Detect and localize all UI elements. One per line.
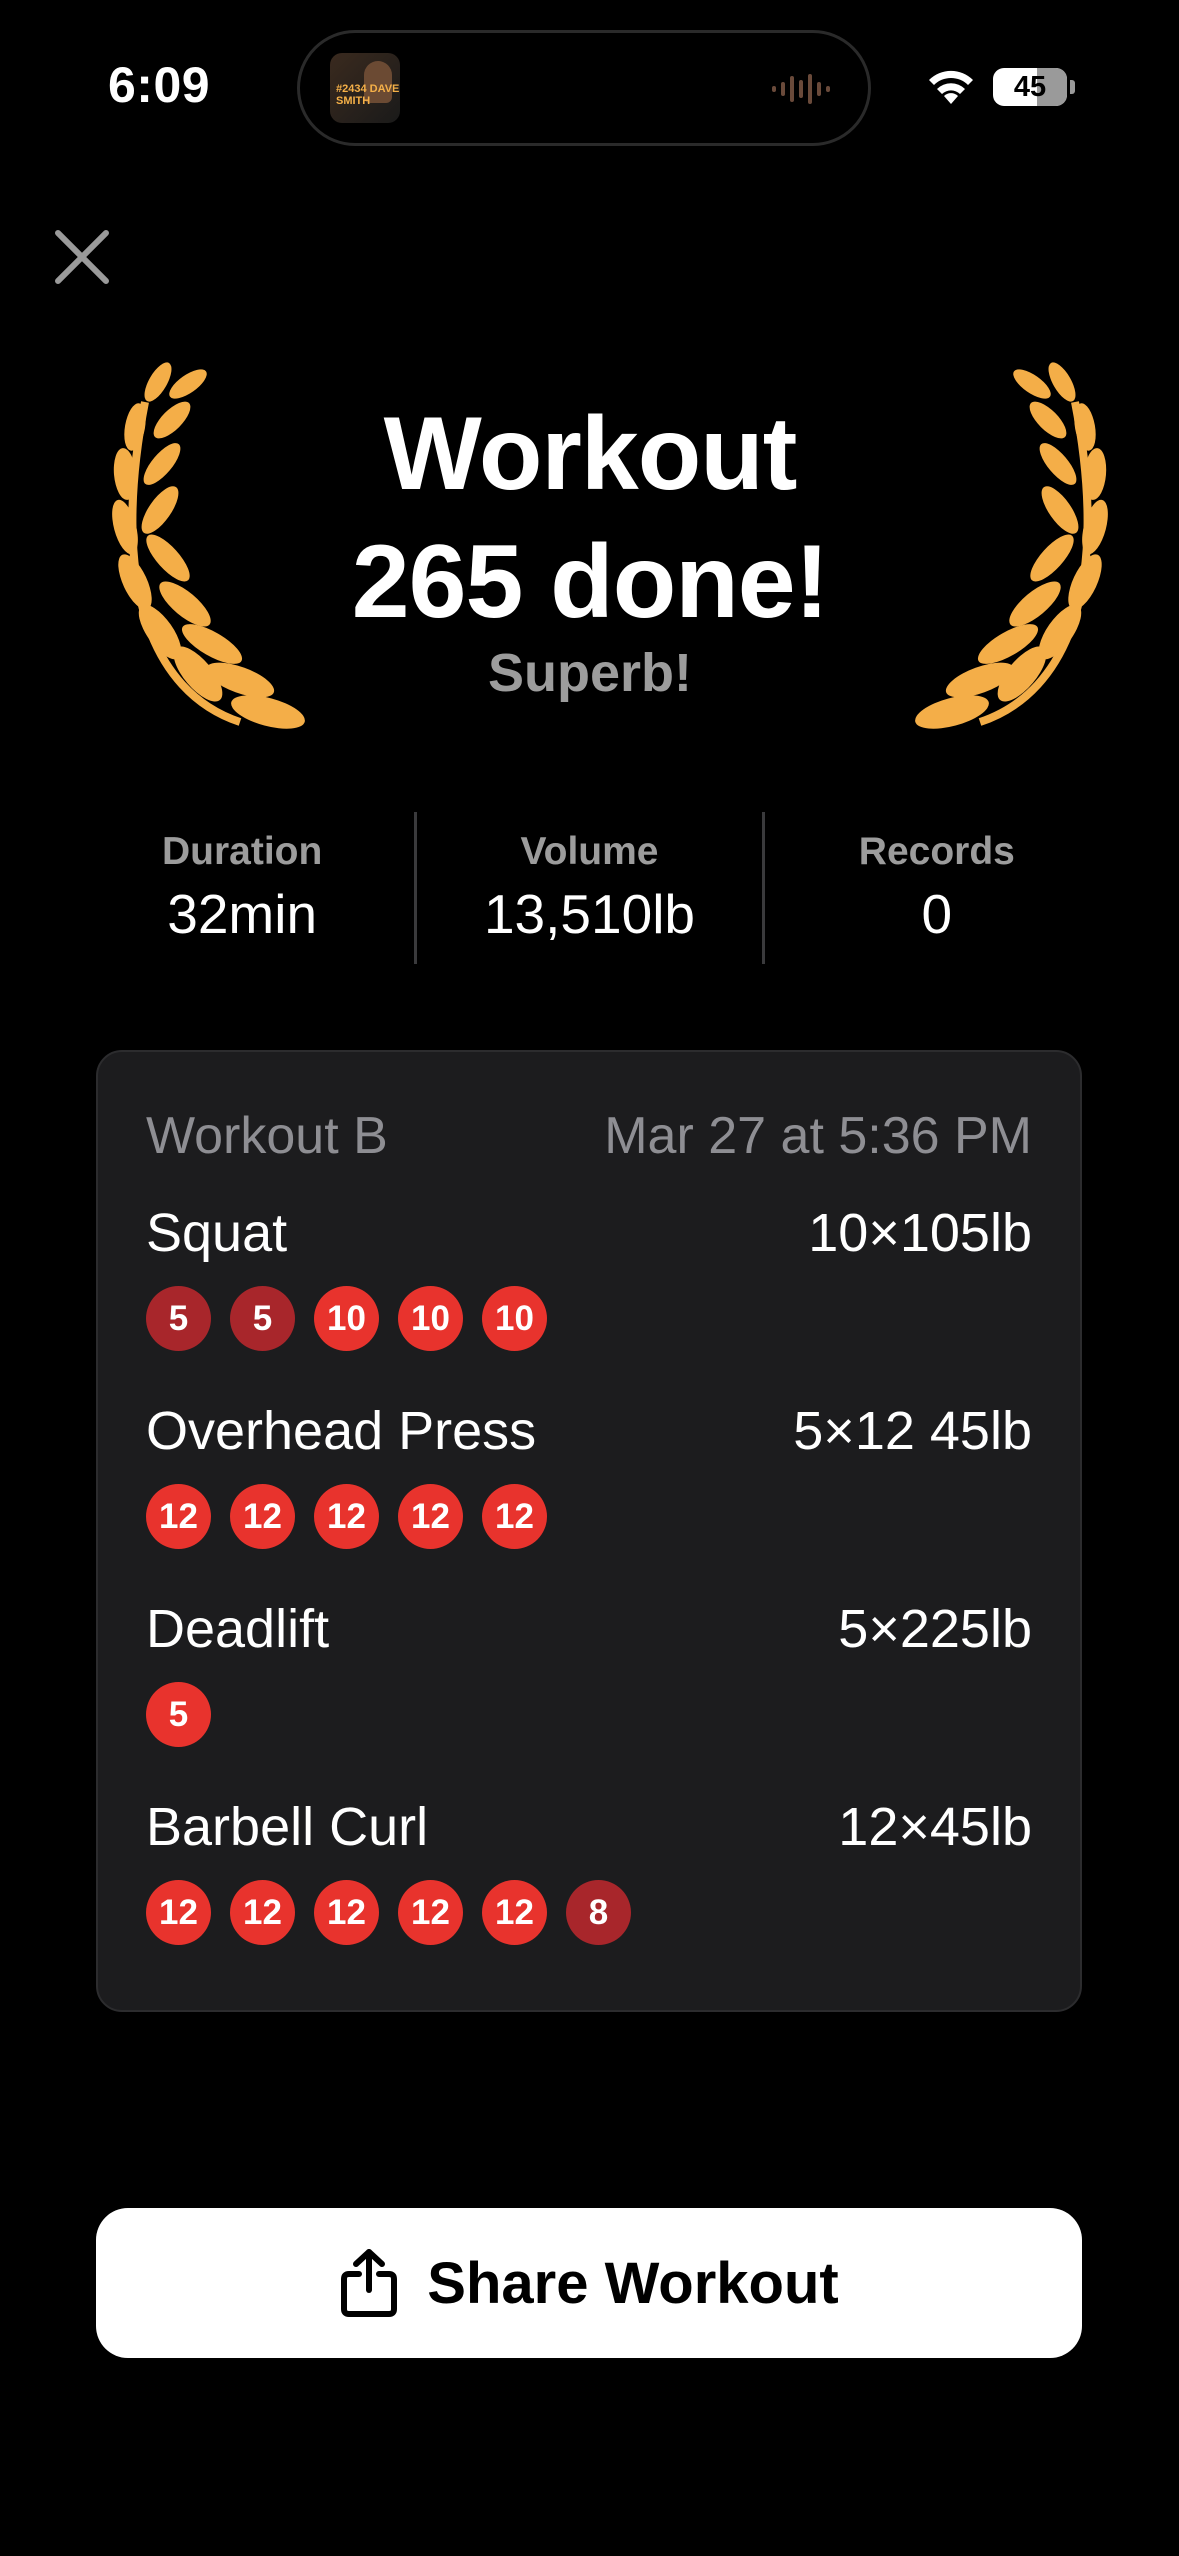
close-icon[interactable] <box>50 225 114 289</box>
exercise-overhead-press: Overhead Press 5×12 45lb 12 12 12 12 12 <box>146 1400 1032 1560</box>
stat-label: Records <box>858 830 1015 873</box>
workout-date: Mar 27 at 5:36 PM <box>604 1107 1032 1165</box>
set-badge: 12 <box>398 1484 463 1549</box>
set-list: 5 5 10 10 10 <box>146 1286 1032 1351</box>
stat-records: Records 0 <box>765 812 1109 964</box>
stat-volume: Volume 13,510lb <box>417 812 761 964</box>
workout-complete-title: Workout 265 done! <box>240 390 940 646</box>
share-button-label: Share Workout <box>427 2250 839 2316</box>
laurel-right-icon <box>915 362 1108 729</box>
set-badge: 12 <box>398 1880 463 1945</box>
exercise-name: Overhead Press <box>146 1401 537 1461</box>
battery-level: 45 <box>1013 71 1047 103</box>
stat-value: 32min <box>167 883 318 945</box>
stat-value: 13,510lb <box>483 883 695 945</box>
set-badge: 10 <box>398 1286 463 1351</box>
stat-label: Duration <box>162 830 323 873</box>
exercise-name: Squat <box>146 1203 288 1263</box>
set-badge: 5 <box>230 1286 295 1351</box>
dynamic-island[interactable]: #2434 DAVE SMITH <box>297 30 871 146</box>
now-playing-art-text: #2434 DAVE SMITH <box>336 83 400 107</box>
audio-waveform-icon <box>772 74 830 104</box>
battery-indicator: 45 <box>993 68 1067 106</box>
exercise-barbell-curl: Barbell Curl 12×45lb 12 12 12 12 12 8 <box>146 1796 1032 1956</box>
set-badge: 12 <box>146 1880 211 1945</box>
set-badge: 5 <box>146 1286 211 1351</box>
set-badge: 12 <box>230 1880 295 1945</box>
set-badge: 10 <box>314 1286 379 1351</box>
exercise-detail: 5×12 45lb <box>793 1401 1032 1461</box>
set-badge: 12 <box>314 1880 379 1945</box>
stat-duration: Duration 32min <box>70 812 414 964</box>
set-badge: 12 <box>482 1484 547 1549</box>
wifi-icon <box>929 70 973 104</box>
workout-summary-card[interactable]: Workout B Mar 27 at 5:36 PM Squat 10×105… <box>96 1050 1082 2012</box>
status-time: 6:09 <box>108 57 211 113</box>
set-badge: 5 <box>146 1682 211 1747</box>
workout-name: Workout B <box>146 1107 388 1165</box>
title-line-1: Workout <box>383 396 798 512</box>
set-badge: 12 <box>314 1484 379 1549</box>
exercise-detail: 5×225lb <box>838 1599 1032 1659</box>
set-badge: 12 <box>230 1484 295 1549</box>
workout-stats: Duration 32min Volume 13,510lb Records 0 <box>70 812 1109 964</box>
exercise-deadlift: Deadlift 5×225lb 5 <box>146 1598 1032 1758</box>
stat-label: Volume <box>520 830 659 873</box>
set-list: 5 <box>146 1682 1032 1747</box>
set-badge: 8 <box>566 1880 631 1945</box>
exercise-squat: Squat 10×105lb 5 5 10 10 10 <box>146 1202 1032 1362</box>
stat-value: 0 <box>921 883 953 945</box>
set-badge: 12 <box>482 1880 547 1945</box>
card-header: Workout B Mar 27 at 5:36 PM <box>146 1106 1032 1166</box>
set-badge: 10 <box>482 1286 547 1351</box>
exercise-name: Barbell Curl <box>146 1797 429 1857</box>
set-badge: 12 <box>146 1484 211 1549</box>
set-list: 12 12 12 12 12 8 <box>146 1880 1032 1945</box>
share-icon <box>341 2249 398 2317</box>
share-workout-button[interactable]: Share Workout <box>96 2208 1082 2358</box>
workout-complete-subtitle: Superb! <box>487 643 692 703</box>
exercise-detail: 12×45lb <box>838 1797 1032 1857</box>
exercise-name: Deadlift <box>146 1599 330 1659</box>
exercise-detail: 10×105lb <box>808 1203 1032 1263</box>
set-list: 12 12 12 12 12 <box>146 1484 1032 1549</box>
now-playing-artwork: #2434 DAVE SMITH <box>330 53 400 123</box>
title-line-2: 265 done! <box>351 524 829 640</box>
